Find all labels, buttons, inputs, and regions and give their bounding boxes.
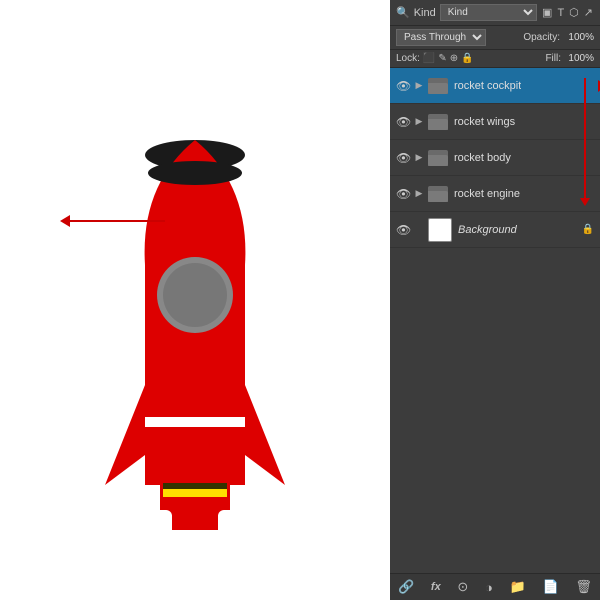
- layer-lock-bg-icon: 🔒: [582, 224, 594, 235]
- blend-mode-select[interactable]: Pass Through: [396, 29, 486, 46]
- filter-icon3[interactable]: ⬡: [568, 6, 580, 19]
- filter-icon1[interactable]: ▣: [541, 6, 553, 19]
- panel-red-arrow: [584, 78, 586, 198]
- link-icon[interactable]: 🔗: [398, 579, 414, 595]
- layer-thumbnail-bg: [428, 218, 452, 242]
- layer-name-cockpit: rocket cockpit: [454, 80, 521, 92]
- layers-list: 👁 ▶ rocket cockpit 👁 ▶ rocket wings 👁 ▶ …: [390, 68, 600, 573]
- new-fill-layer-icon[interactable]: ⊙: [457, 579, 468, 595]
- layer-row-rocket-body[interactable]: 👁 ▶ rocket body: [390, 140, 600, 176]
- lock-label: Lock:: [396, 53, 420, 64]
- visibility-icon-engine[interactable]: 👁: [396, 187, 410, 201]
- lock-fill-row: Lock: ⬛ ✎ ⊕ 🔒 Fill: 100%: [390, 50, 600, 68]
- expand-icon-wings[interactable]: ▶: [414, 116, 424, 127]
- lock-all-icon[interactable]: 🔒: [461, 53, 473, 64]
- new-layer-icon[interactable]: 📄: [543, 579, 559, 595]
- layer-row-rocket-cockpit[interactable]: 👁 ▶ rocket cockpit: [390, 68, 600, 104]
- visibility-icon-wings[interactable]: 👁: [396, 115, 410, 129]
- opacity-label: Opacity:: [523, 32, 560, 43]
- arrow-line: [70, 220, 165, 222]
- layer-name-engine: rocket engine: [454, 188, 520, 200]
- expand-icon-body[interactable]: ▶: [414, 152, 424, 163]
- visibility-icon-cockpit[interactable]: 👁: [396, 79, 410, 93]
- delete-icon[interactable]: 🗑: [575, 579, 592, 595]
- rocket-illustration: [85, 65, 305, 565]
- layer-row-rocket-wings[interactable]: 👁 ▶ rocket wings: [390, 104, 600, 140]
- expand-icon-engine[interactable]: ▶: [414, 188, 424, 199]
- expand-icon-cockpit[interactable]: ▶: [414, 80, 424, 91]
- layer-name-wings: rocket wings: [454, 116, 515, 128]
- visibility-icon-body[interactable]: 👁: [396, 151, 410, 165]
- layers-panel: 🔍 Kind Kind ▣ T ⬡ ↗ Pass Through Opacity…: [390, 0, 600, 600]
- blend-opacity-row: Pass Through Opacity: 100%: [390, 26, 600, 50]
- fx-icon[interactable]: fx: [431, 581, 441, 593]
- opacity-value: 100%: [564, 32, 594, 43]
- folder-icon-engine: [428, 186, 448, 202]
- folder-icon-body: [428, 150, 448, 166]
- lock-pixels-icon[interactable]: ⬛: [423, 53, 435, 64]
- layer-row-rocket-engine[interactable]: 👁 ▶ rocket engine: [390, 176, 600, 212]
- mask-icon[interactable]: ◑: [485, 580, 493, 595]
- window-annotation-arrow: [60, 215, 165, 227]
- search-icon: 🔍: [396, 6, 410, 19]
- layer-name-body: rocket body: [454, 152, 511, 164]
- folder-icon-cockpit: [428, 78, 448, 94]
- lock-artboard-icon[interactable]: ⊕: [450, 53, 458, 64]
- lock-position-icon[interactable]: ✎: [438, 53, 446, 64]
- panel-bottom-toolbar: 🔗 fx ⊙ ◑ 📁 📄 🗑: [390, 573, 600, 600]
- lock-icons-group: ⬛ ✎ ⊕ 🔒: [423, 53, 474, 64]
- kind-select[interactable]: Kind: [440, 4, 537, 21]
- fill-value: 100%: [564, 53, 594, 64]
- new-folder-icon[interactable]: 📁: [510, 579, 526, 595]
- layer-row-background[interactable]: 👁 ▶ Background 🔒: [390, 212, 600, 248]
- arrow-head-icon: [60, 215, 70, 227]
- filter-icon4[interactable]: ↗: [583, 6, 594, 19]
- canvas-area: [0, 0, 390, 600]
- folder-icon-wings: [428, 114, 448, 130]
- fill-label: Fill:: [545, 53, 561, 64]
- visibility-icon-bg[interactable]: 👁: [396, 223, 410, 237]
- layer-name-background: Background: [458, 224, 517, 236]
- filter-icon2[interactable]: T: [556, 6, 565, 19]
- kind-row: 🔍 Kind Kind ▣ T ⬡ ↗: [390, 0, 600, 26]
- kind-label: Kind: [414, 7, 436, 19]
